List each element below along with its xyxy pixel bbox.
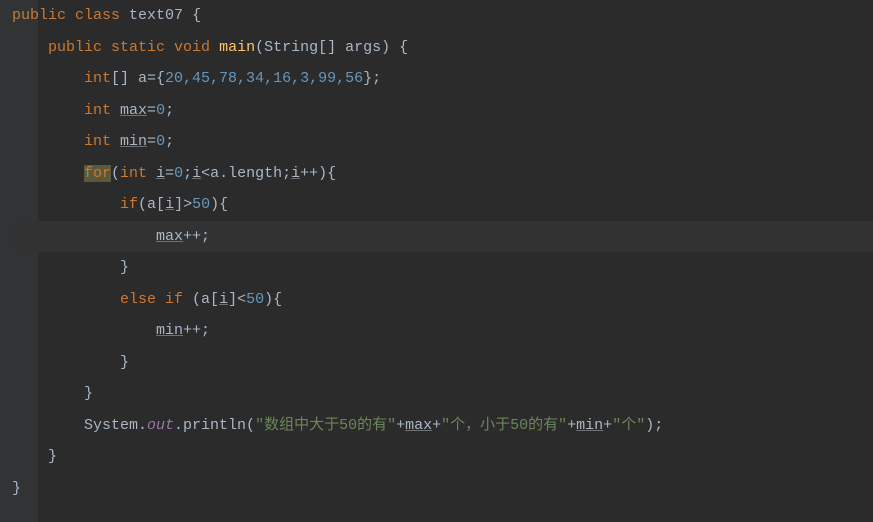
code-line[interactable]: } (12, 441, 873, 473)
field: out (147, 417, 174, 434)
variable: max (120, 102, 147, 119)
code-line[interactable]: } (12, 252, 873, 284)
variable: i (192, 165, 201, 182)
code-line[interactable]: for(int i=0;i<a.length;i++){ (12, 158, 873, 190)
number: 0 (156, 102, 165, 119)
keyword: if (120, 196, 138, 213)
eq: = (147, 102, 156, 119)
close: }; (363, 70, 381, 87)
text: (a[ (138, 196, 165, 213)
method-call: .println( (174, 417, 255, 434)
text: ++){ (300, 165, 336, 182)
code-line[interactable]: int[] a={20,45,78,34,16,3,99,56}; (12, 63, 873, 95)
method-name: main (219, 39, 255, 56)
variable: min (576, 417, 603, 434)
brace: } (48, 448, 57, 465)
params: (String[] args) { (255, 39, 408, 56)
code-line[interactable]: int max=0; (12, 95, 873, 127)
keyword: else if (120, 291, 183, 308)
brace: } (84, 385, 93, 402)
number: 0 (156, 133, 165, 150)
op: + (396, 417, 405, 434)
eq: = (147, 133, 156, 150)
code-line[interactable]: int min=0; (12, 126, 873, 158)
keyword: int (120, 165, 156, 182)
keyword: int (84, 133, 120, 150)
brace: ){ (210, 196, 228, 213)
keyword: public static void (48, 39, 210, 56)
code-line-current[interactable]: max++; (12, 221, 873, 253)
variable: max (156, 228, 183, 245)
code-line[interactable]: public class text07 { (12, 0, 873, 32)
code-line[interactable]: if(a[i]>50){ (12, 189, 873, 221)
inc: ++; (183, 322, 210, 339)
text: <a.length; (201, 165, 291, 182)
text: (a[ (183, 291, 219, 308)
string: "个" (612, 417, 645, 434)
keyword: int (84, 70, 111, 87)
keyword: int (84, 102, 120, 119)
keyword-for: for (84, 165, 111, 182)
close: ); (645, 417, 663, 434)
text (120, 7, 129, 24)
code-line[interactable]: } (12, 347, 873, 379)
variable: i (156, 165, 165, 182)
semi: ; (165, 133, 174, 150)
number: 0 (174, 165, 183, 182)
brace: } (120, 259, 129, 276)
code-line[interactable]: System.out.println("数组中大于50的有"+max+"个，小于… (12, 410, 873, 442)
code-line[interactable]: } (12, 378, 873, 410)
brace: } (12, 480, 21, 497)
code-line[interactable]: public static void main(String[] args) { (12, 32, 873, 64)
class-ref: System. (84, 417, 147, 434)
eq: = (165, 165, 174, 182)
semi: ; (183, 165, 192, 182)
variable: min (156, 322, 183, 339)
numbers: 20,45,78,34,16,3,99,56 (165, 70, 363, 87)
code-line[interactable]: else if (a[i]<50){ (12, 284, 873, 316)
paren: ( (111, 165, 120, 182)
number: 50 (246, 291, 264, 308)
variable: max (405, 417, 432, 434)
op: + (603, 417, 612, 434)
brace: { (183, 7, 201, 24)
variable: i (219, 291, 228, 308)
string: "个，小于50的有" (441, 417, 567, 434)
op: + (567, 417, 576, 434)
op: + (432, 417, 441, 434)
text: ]< (228, 291, 246, 308)
variable: i (165, 196, 174, 213)
string: "数组中大于50的有" (255, 417, 396, 434)
class-name: text07 (129, 7, 183, 24)
number: 50 (192, 196, 210, 213)
brace: ){ (264, 291, 282, 308)
brackets: [] a={ (111, 70, 165, 87)
variable: min (120, 133, 147, 150)
code-line[interactable]: min++; (12, 315, 873, 347)
inc: ++; (183, 228, 210, 245)
variable: i (291, 165, 300, 182)
semi: ; (165, 102, 174, 119)
text: ]> (174, 196, 192, 213)
code-editor[interactable]: public class text07 { public static void… (0, 0, 873, 504)
text (210, 39, 219, 56)
code-line[interactable]: } (12, 473, 873, 505)
keyword: public class (12, 7, 120, 24)
brace: } (120, 354, 129, 371)
